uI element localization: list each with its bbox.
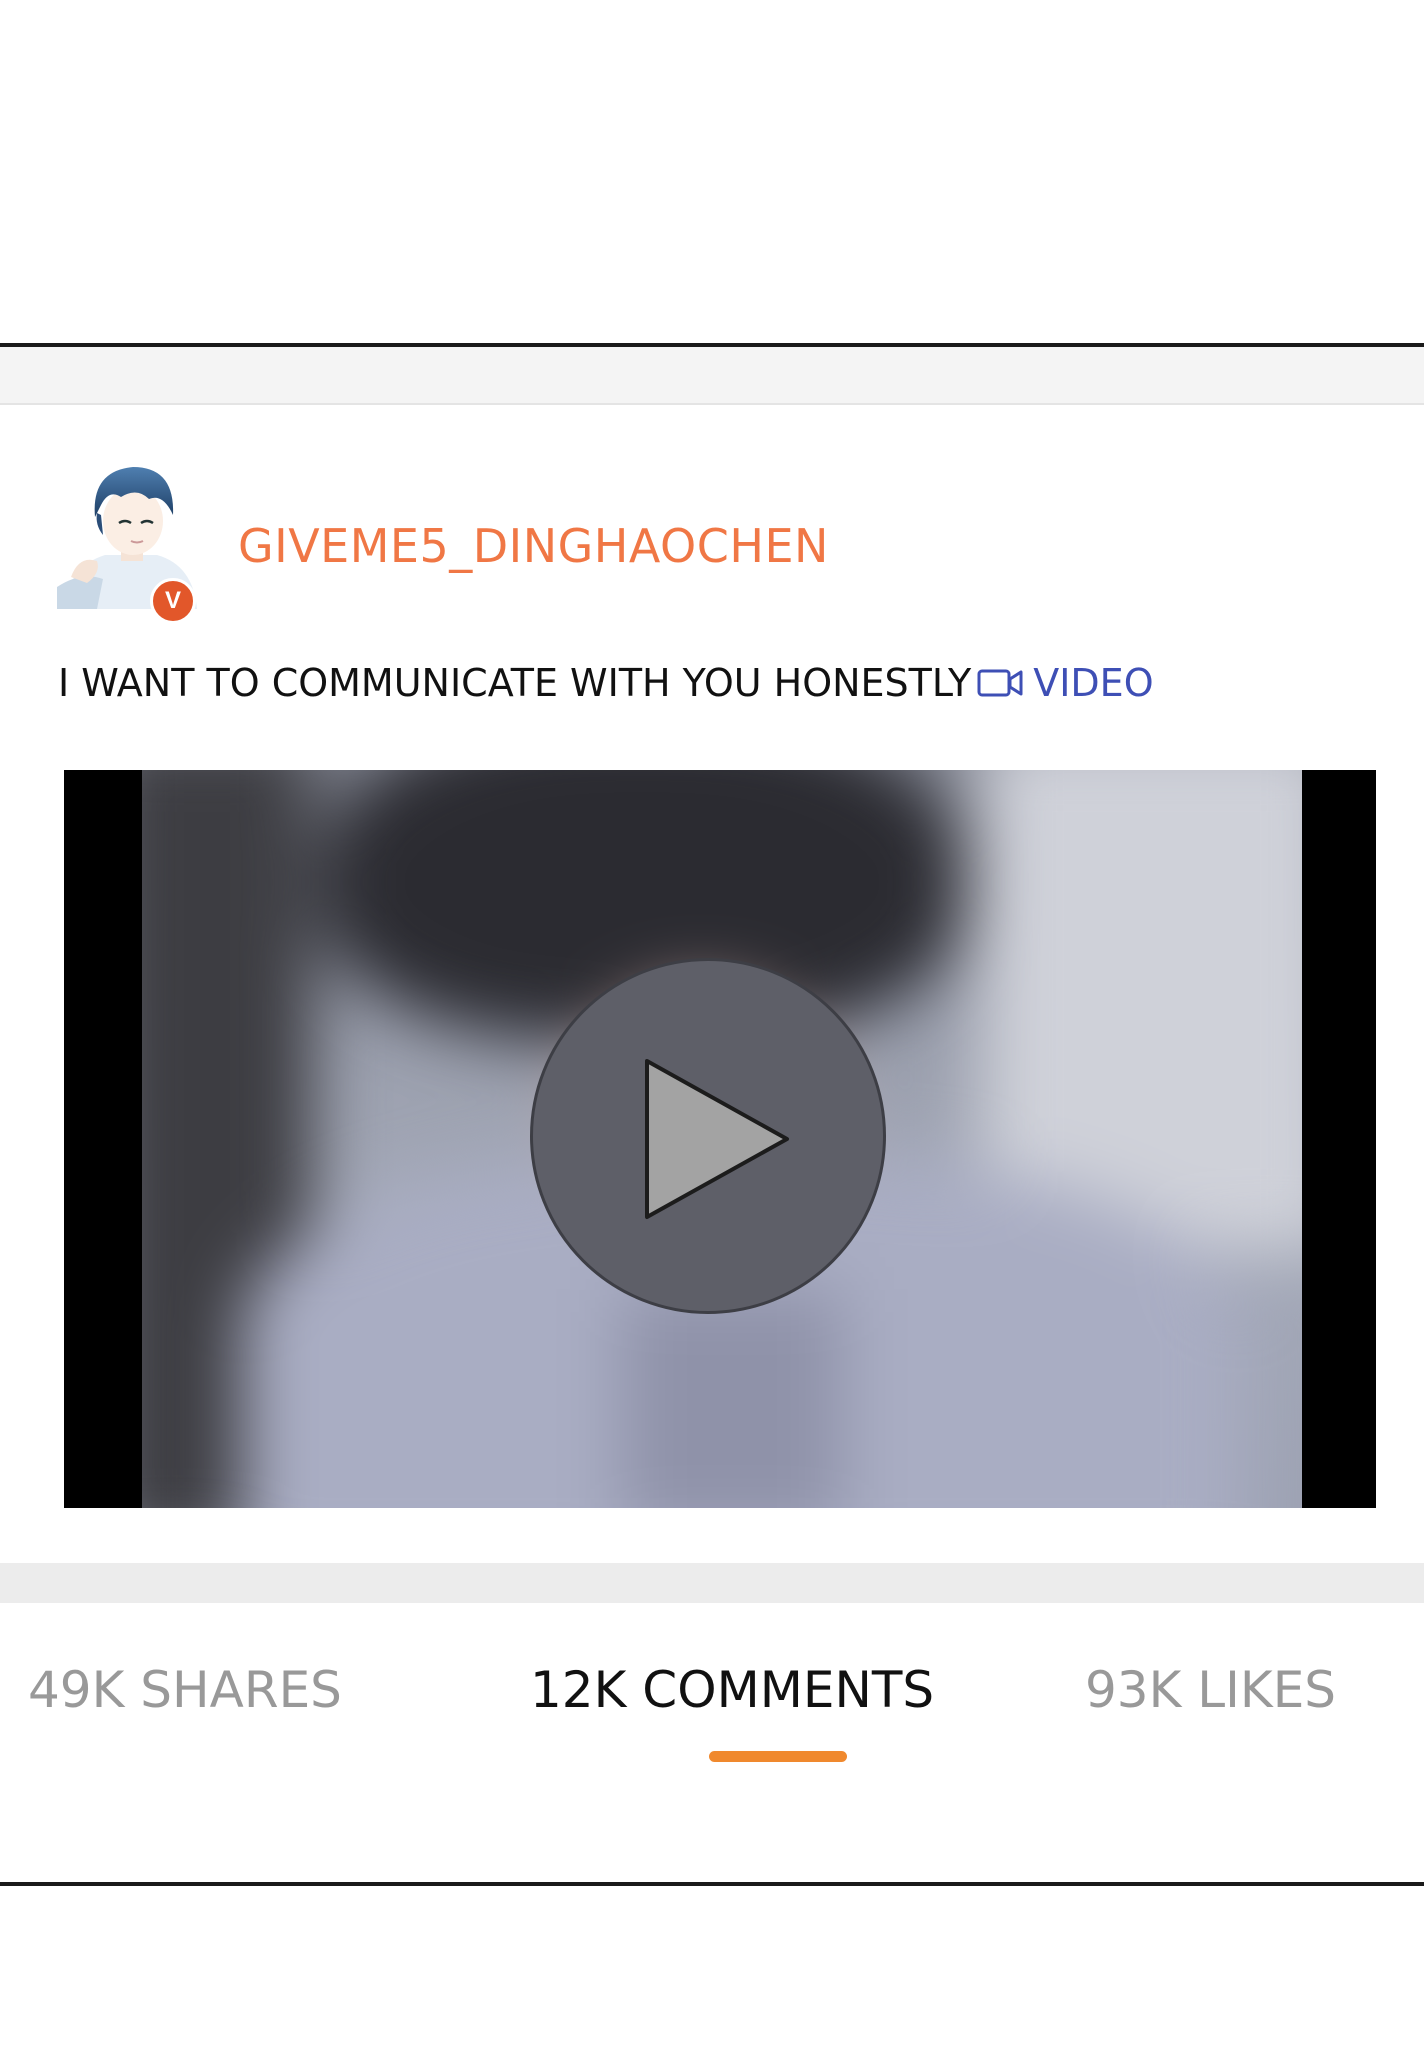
video-link[interactable]: VIDEO (977, 661, 1154, 705)
bottom-divider (0, 1882, 1424, 1886)
post-caption: I WANT TO COMMUNICATE WITH YOU HONESTLY … (58, 653, 1154, 713)
stats-tab-bar: 49K SHARES 12K COMMENTS 93K LIKES (0, 1603, 1424, 1885)
post-card: V GIVEME5_DINGHAOCHEN I WANT TO COMMUNIC… (0, 405, 1424, 1563)
tab-likes[interactable]: 93K LIKES (1085, 1661, 1336, 1719)
play-button[interactable] (530, 958, 886, 1314)
video-camera-icon (977, 669, 1023, 697)
bottom-spacer-strip (0, 1563, 1424, 1603)
post-screen: V GIVEME5_DINGHAOCHEN I WANT TO COMMUNIC… (0, 0, 1424, 2064)
tab-shares[interactable]: 49K SHARES (28, 1661, 342, 1719)
active-tab-indicator (709, 1751, 847, 1762)
tab-comments[interactable]: 12K COMMENTS (530, 1661, 934, 1719)
play-icon (645, 1059, 789, 1219)
top-spacer-strip (0, 347, 1424, 405)
username-link[interactable]: GIVEME5_DINGHAOCHEN (238, 519, 829, 573)
video-link-label: VIDEO (1033, 661, 1154, 705)
post-caption-text: I WANT TO COMMUNICATE WITH YOU HONESTLY (58, 661, 972, 705)
verified-badge: V (150, 578, 196, 624)
video-player[interactable] (64, 770, 1376, 1508)
